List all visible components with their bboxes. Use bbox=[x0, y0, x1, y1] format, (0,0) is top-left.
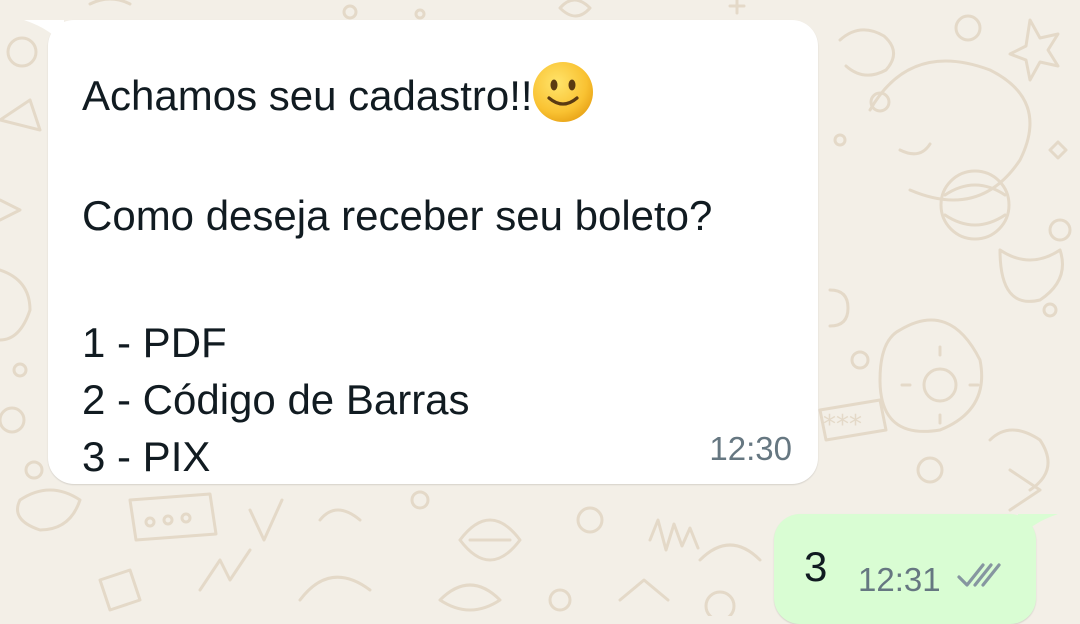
greeting-text: Achamos seu cadastro!! bbox=[82, 72, 533, 119]
incoming-message-bubble[interactable]: Achamos seu cadastro!! Como deseja receb… bbox=[24, 20, 818, 485]
option-pix: 3 - PIX bbox=[82, 433, 211, 480]
option-pdf: 1 - PDF bbox=[82, 319, 227, 366]
slightly-smiling-face-icon bbox=[532, 62, 593, 122]
double-check-icon bbox=[957, 563, 1001, 587]
outgoing-message-timestamp: 12:31 bbox=[858, 561, 941, 598]
svg-text:***: *** bbox=[823, 410, 862, 440]
option-codigo-de-barras: 2 - Código de Barras bbox=[82, 376, 470, 423]
incoming-line-question: Como deseja receber seu boleto? bbox=[82, 192, 713, 239]
incoming-message-text: Achamos seu cadastro!! Como deseja receb… bbox=[82, 60, 788, 485]
incoming-message-timestamp: 12:30 bbox=[709, 430, 792, 467]
incoming-bubble-tail bbox=[24, 20, 64, 48]
incoming-line-greeting: Achamos seu cadastro!! bbox=[82, 60, 788, 122]
outgoing-message-bubble[interactable]: 3 12:31 bbox=[774, 514, 1058, 624]
outgoing-bubble-tail bbox=[1018, 514, 1058, 542]
outgoing-message-text: 3 bbox=[804, 543, 828, 590]
